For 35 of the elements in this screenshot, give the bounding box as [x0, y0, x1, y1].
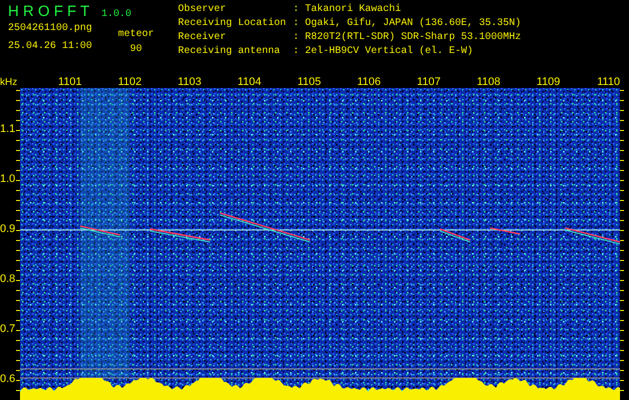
- app-version: 1.0.0: [101, 9, 132, 20]
- time-label: 1102: [118, 76, 142, 88]
- timestamp: 25.04.26 11:00: [8, 40, 92, 54]
- station-value: R820T2(RTL-SDR) SDR-Sharp 53.1000MHz: [305, 31, 522, 45]
- time-label: 1104: [238, 76, 262, 88]
- separator-colon: :: [293, 31, 300, 45]
- separator-colon: :: [293, 17, 300, 31]
- count-value: 90: [130, 43, 142, 57]
- station-value: 2el-HB9CV Vertical (el. E-W): [305, 45, 474, 59]
- frequency-label: 0.8: [0, 273, 16, 285]
- station-label: Receiving antenna: [178, 45, 282, 59]
- frequency-label: 1.0: [0, 173, 16, 185]
- time-label: 1105: [297, 76, 321, 88]
- station-label: Receiver: [178, 31, 228, 45]
- time-label: 1106: [357, 76, 381, 88]
- time-label: 1109: [536, 76, 560, 88]
- file-name: 2504261100.png: [8, 22, 92, 36]
- app-name: H R O F F T: [8, 3, 90, 20]
- station-label: Receiving Location: [178, 17, 288, 31]
- time-label: 1110: [597, 76, 620, 88]
- unit-label: kHz: [0, 77, 18, 88]
- frequency-label: 0.7: [0, 323, 16, 335]
- separator-colon: :: [293, 45, 300, 59]
- frequency-label: 1.1: [0, 123, 16, 135]
- frequency-label: 0.6: [0, 373, 16, 385]
- time-label: 1101: [58, 76, 82, 88]
- station-label: Observer: [178, 3, 228, 17]
- station-value: Takanori Kawachi: [305, 3, 402, 17]
- count-label: meteor: [118, 28, 154, 42]
- separator-colon: :: [293, 3, 300, 17]
- time-label: 1108: [476, 76, 500, 88]
- time-label: 1103: [178, 76, 202, 88]
- station-value: Ogaki, Gifu, JAPAN (136.60E, 35.35N): [305, 17, 522, 31]
- frequency-label: 0.9: [0, 223, 16, 235]
- time-label: 1107: [416, 76, 441, 88]
